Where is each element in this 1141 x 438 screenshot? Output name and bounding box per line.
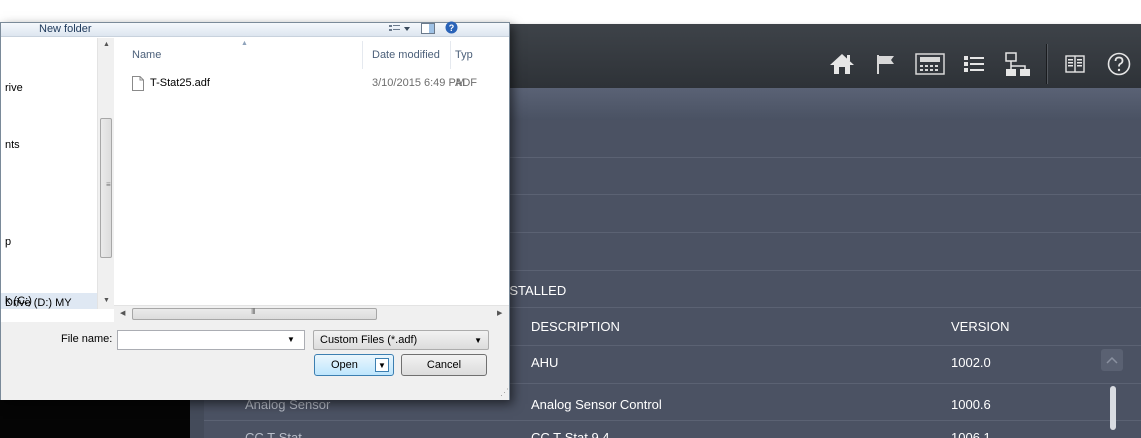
resize-grip-icon[interactable]: ⋰ [500,387,509,398]
file-date: 3/10/2015 6:49 PM [372,77,465,89]
column-header-type[interactable]: Typ [455,49,473,61]
chevron-down-icon: ▼ [474,336,482,345]
nav-item[interactable]: p [5,236,11,248]
filename-dropdown-icon[interactable]: ▼ [287,335,295,344]
file-type: ADF [455,77,477,89]
column-header-description[interactable]: DESCRIPTION [531,319,620,334]
row-version: 1000.6 [951,397,991,412]
dialog-toolbar: New folder ? [1,21,509,39]
sort-indicator-icon: ▲ [241,40,248,47]
row-version: 1006.1 [951,430,991,438]
scroll-left-arrow-icon[interactable]: ◀ [120,309,125,317]
view-controls: ? [389,21,458,39]
column-header-name[interactable]: Name [132,49,161,61]
svg-text:?: ? [449,23,455,33]
help-icon[interactable]: ? [445,21,458,39]
open-dropdown-icon[interactable]: ▼ [375,358,389,372]
nav-item[interactable]: nts [5,139,20,151]
scroll-down-arrow-icon[interactable]: ▼ [103,297,110,304]
keypad-icon[interactable] [908,42,952,86]
open-file-dialog: New folder ? rive nts p k (C:) Drive (D:… [0,21,510,400]
flag-icon[interactable] [864,42,908,86]
file-row[interactable]: T-Stat25.adf 3/10/2015 6:49 PM ADF [122,74,502,94]
file-list: ▲ Name Date modified Typ T-Stat25.adf 3/… [114,38,509,309]
filter-value: Custom Files (*.adf) [320,334,418,346]
grip-icon: ≡ [106,180,111,189]
file-type-filter[interactable]: Custom Files (*.adf) ▼ [313,330,489,350]
list-icon[interactable] [952,42,996,86]
row-description: AHU [531,355,559,370]
file-name: T-Stat25.adf [150,77,210,89]
row-divider [204,420,1141,421]
new-folder-button[interactable]: New folder [39,23,92,36]
column-divider[interactable] [450,41,451,69]
filename-label: File name: [61,333,113,345]
chevron-up-icon [1106,356,1118,364]
filename-input[interactable] [117,330,305,350]
row-version: 1002.0 [951,355,991,370]
preview-pane-icon[interactable] [421,21,435,39]
cancel-button[interactable]: Cancel [401,354,487,376]
nav-item[interactable]: rive [5,82,23,94]
row-name: CC T-Stat [245,430,302,438]
help-icon[interactable] [1097,42,1141,86]
home-icon[interactable] [820,42,864,86]
column-divider[interactable] [362,41,363,69]
scroll-up-button[interactable] [1101,349,1123,371]
nav-vertical-scrollbar[interactable]: ▲ ≡ ▼ [97,38,114,309]
grip-icon: III [251,307,256,316]
open-button-label: Open [331,359,358,371]
nav-item-drive-d[interactable]: Drive (D:) MY [5,297,72,309]
column-header-version[interactable]: VERSION [951,319,1010,334]
book-icon[interactable] [1053,42,1097,86]
column-header-date[interactable]: Date modified [372,49,440,61]
row-description: CC T-Stat 9.4 [531,430,610,438]
scroll-up-arrow-icon[interactable]: ▲ [103,41,110,48]
network-icon[interactable] [996,42,1040,86]
file-scroll-thumb[interactable]: III [132,307,377,320]
top-strip [0,0,1141,24]
scroll-right-arrow-icon[interactable]: ▶ [497,309,502,317]
dialog-footer: File name: ▼ Custom Files (*.adf) ▼ Open… [1,322,509,400]
change-view-icon[interactable] [389,21,411,39]
file-icon [132,76,144,96]
table-scrollbar-thumb[interactable] [1110,386,1116,430]
file-horizontal-scrollbar[interactable]: ◀ III ▶ [114,305,509,322]
open-button[interactable]: Open ▼ [314,354,394,376]
row-description: Analog Sensor Control [531,397,662,412]
header-separator [1046,43,1047,84]
nav-scroll-thumb[interactable]: ≡ [100,118,112,258]
